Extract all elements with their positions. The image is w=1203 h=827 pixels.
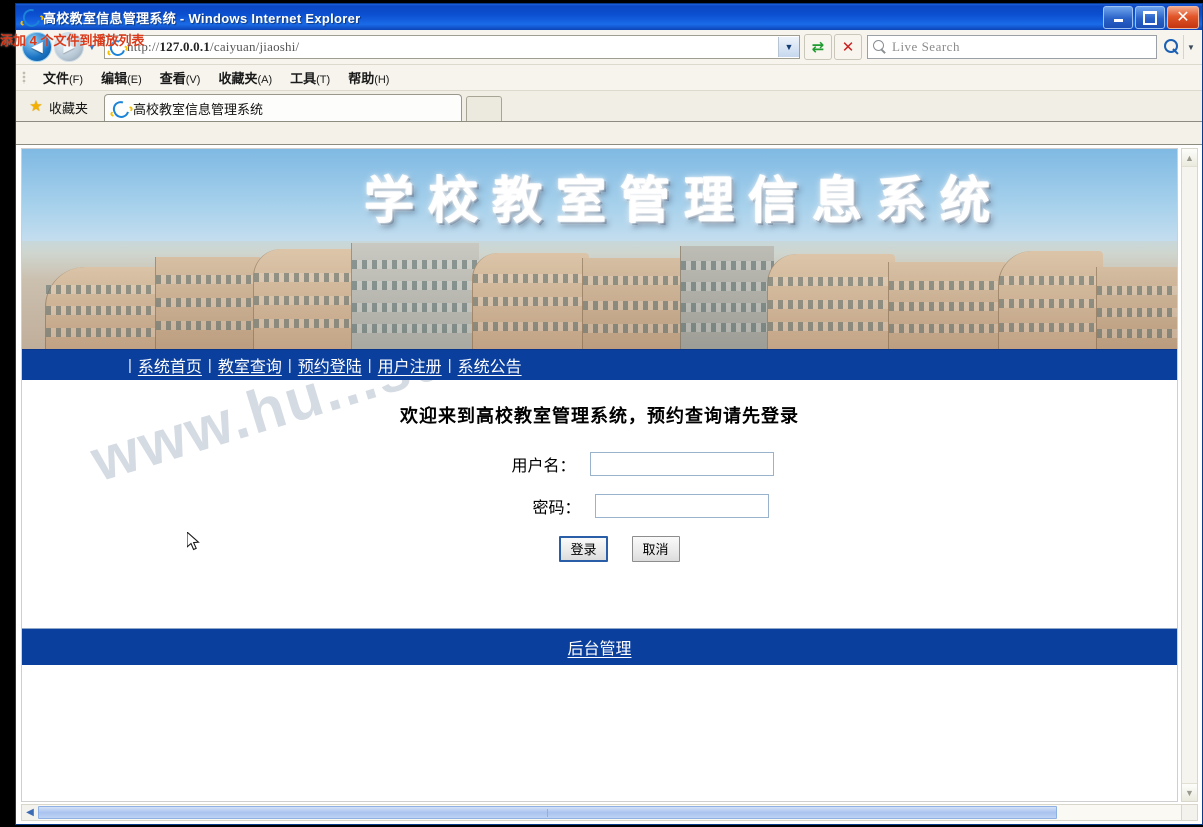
web-page: 学校教室管理信息系统 | 系统首页 | 教室查询 | 预约登陆 | 用户注册 |	[21, 148, 1178, 802]
login-section: www.hu...sd.com 欢迎来到高校教室管理系统，预约查询请先登录 用户…	[22, 380, 1177, 628]
nav-separator: |	[367, 356, 372, 374]
favorites-button[interactable]: ★ 收藏夹	[24, 94, 99, 120]
url-host: 127.0.0.1	[159, 39, 211, 54]
nav-separator: |	[207, 356, 212, 374]
tab-item[interactable]: 高校教室信息管理系统	[104, 94, 463, 121]
username-input[interactable]	[589, 452, 774, 476]
site-nav: | 系统首页 | 教室查询 | 预约登陆 | 用户注册 | 系统公告	[22, 349, 1177, 380]
menu-item-edit[interactable]: 编辑(E)	[92, 66, 151, 89]
nav-link-classroom-query[interactable]: 教室查询	[218, 353, 282, 377]
scroll-down-arrow-icon[interactable]: ▼	[1182, 783, 1197, 801]
window-title: 高校教室信息管理系统 - Windows Internet Explorer	[43, 10, 361, 26]
nav-separator: |	[287, 356, 292, 374]
tab-bar: ★ 收藏夹 高校教室信息管理系统	[16, 91, 1202, 122]
address-toolbar: ◀ ▶ ▼ http://127.0.0.1/caiyuan/jiaoshi/ …	[16, 30, 1202, 65]
window-controls: ✕	[1103, 6, 1199, 29]
tab-favicon-icon	[108, 97, 134, 121]
banner-building-photo	[22, 217, 1177, 349]
username-row: 用户名：	[22, 452, 1177, 476]
search-go-icon[interactable]	[1160, 35, 1183, 59]
site-banner: 学校教室管理信息系统	[22, 149, 1177, 349]
menu-item-view[interactable]: 查看(V)	[151, 66, 210, 89]
vertical-scrollbar[interactable]: ▲ ▼	[1181, 148, 1198, 802]
scroll-up-arrow-icon[interactable]: ▲	[1182, 149, 1197, 167]
scroll-left-arrow-icon[interactable]: ◀	[22, 805, 38, 820]
cancel-button[interactable]: 取消	[631, 536, 680, 562]
horizontal-scroll-track[interactable]	[38, 805, 1181, 820]
footer-blank-area	[22, 665, 1177, 785]
site-footer-bar: 后台管理	[22, 628, 1177, 665]
search-placeholder: Live Search	[892, 39, 960, 54]
menu-item-tools[interactable]: 工具(T)	[281, 66, 339, 89]
screen: 高校教室信息管理系统 - Windows Internet Explorer ✕…	[0, 0, 1203, 827]
favorites-label: 收藏夹	[49, 100, 89, 116]
banner-title: 学校教室管理信息系统	[364, 173, 1005, 229]
title-bar: 高校教室信息管理系统 - Windows Internet Explorer ✕	[16, 4, 1202, 30]
maximize-button[interactable]	[1135, 6, 1165, 29]
address-bar-url: http://127.0.0.1/caiyuan/jiaoshi/	[127, 39, 299, 55]
page-viewport: 学校教室管理信息系统 | 系统首页 | 教室查询 | 预约登陆 | 用户注册 |	[16, 144, 1202, 824]
horizontal-scroll-thumb[interactable]	[38, 806, 1058, 819]
menu-item-help[interactable]: 帮助(H)	[339, 66, 398, 89]
login-button[interactable]: 登录	[559, 536, 608, 562]
close-button[interactable]: ✕	[1167, 6, 1199, 29]
nav-link-home[interactable]: 系统首页	[138, 353, 202, 377]
tab-label: 高校教室信息管理系统	[133, 101, 264, 117]
menu-bar: 文件(F) 编辑(E) 查看(V) 收藏夹(A) 工具(T) 帮助(H)	[16, 65, 1202, 91]
password-input[interactable]	[594, 494, 769, 518]
minimize-button[interactable]	[1103, 6, 1133, 29]
internet-explorer-icon	[18, 6, 45, 30]
media-player-toast: 添加 4 个文件到播放列表	[0, 33, 145, 48]
username-label: 用户名：	[511, 458, 576, 475]
new-tab-button[interactable]	[466, 96, 503, 121]
nav-link-reservation-login[interactable]: 预约登陆	[298, 353, 362, 377]
nav-separator: |	[128, 356, 132, 374]
footer-link-admin[interactable]: 后台管理	[567, 635, 631, 659]
horizontal-scrollbar[interactable]: ◀ ▶	[21, 804, 1198, 821]
address-bar[interactable]: http://127.0.0.1/caiyuan/jiaoshi/ ▼	[104, 35, 800, 59]
refresh-button[interactable]: ⇄	[804, 34, 832, 60]
password-label: 密码：	[532, 500, 581, 517]
address-dropdown-icon[interactable]: ▼	[778, 37, 799, 57]
search-options-chevron-down-icon[interactable]: ▼	[1183, 35, 1198, 59]
search-box[interactable]: Live Search	[867, 35, 1157, 59]
welcome-heading: 欢迎来到高校教室管理系统，预约查询请先登录	[400, 406, 799, 426]
stop-button[interactable]: ✕	[834, 34, 862, 60]
nav-link-announcements[interactable]: 系统公告	[458, 353, 522, 377]
nav-link-user-register[interactable]: 用户注册	[378, 353, 442, 377]
star-icon: ★	[29, 98, 43, 115]
scrollbar-corner	[1181, 804, 1198, 821]
mouse-cursor-icon	[187, 532, 200, 551]
menu-item-favorites[interactable]: 收藏夹(A)	[209, 66, 281, 89]
password-row: 密码：	[22, 494, 1177, 518]
url-path: /caiyuan/jiaoshi/	[210, 39, 300, 54]
search-icon	[872, 39, 889, 56]
browser-window: 高校教室信息管理系统 - Windows Internet Explorer ✕…	[15, 3, 1203, 825]
menu-item-file[interactable]: 文件(F)	[34, 66, 92, 89]
nav-separator: |	[447, 356, 452, 374]
toolbar-grip-handle[interactable]	[22, 71, 26, 84]
